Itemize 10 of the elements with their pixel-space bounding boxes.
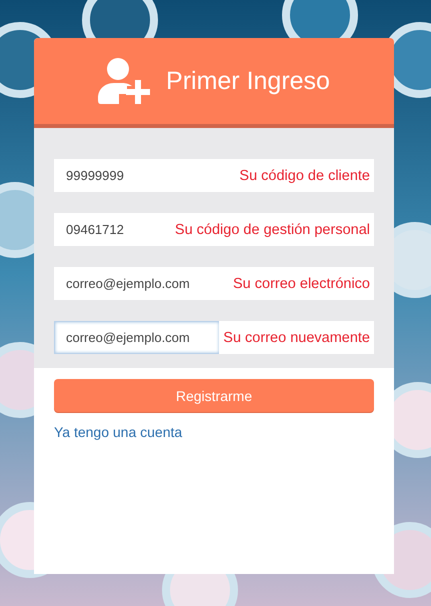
field-hint: Su correo electrónico xyxy=(228,267,374,300)
field-hint: Su correo nuevamente xyxy=(219,321,374,354)
field-hint: Su código de gestión personal xyxy=(170,213,374,246)
input-field[interactable]: correo@ejemplo.com xyxy=(54,321,220,354)
login-link[interactable]: Ya tengo una cuenta xyxy=(54,424,182,440)
field-hint: Su código de cliente xyxy=(235,159,374,192)
input-field[interactable]: 09461712 xyxy=(54,213,171,246)
card-title: Primer Ingreso xyxy=(166,66,330,96)
input-field[interactable]: correo@ejemplo.com xyxy=(54,267,229,300)
input-field[interactable]: 99999999 xyxy=(54,159,236,192)
